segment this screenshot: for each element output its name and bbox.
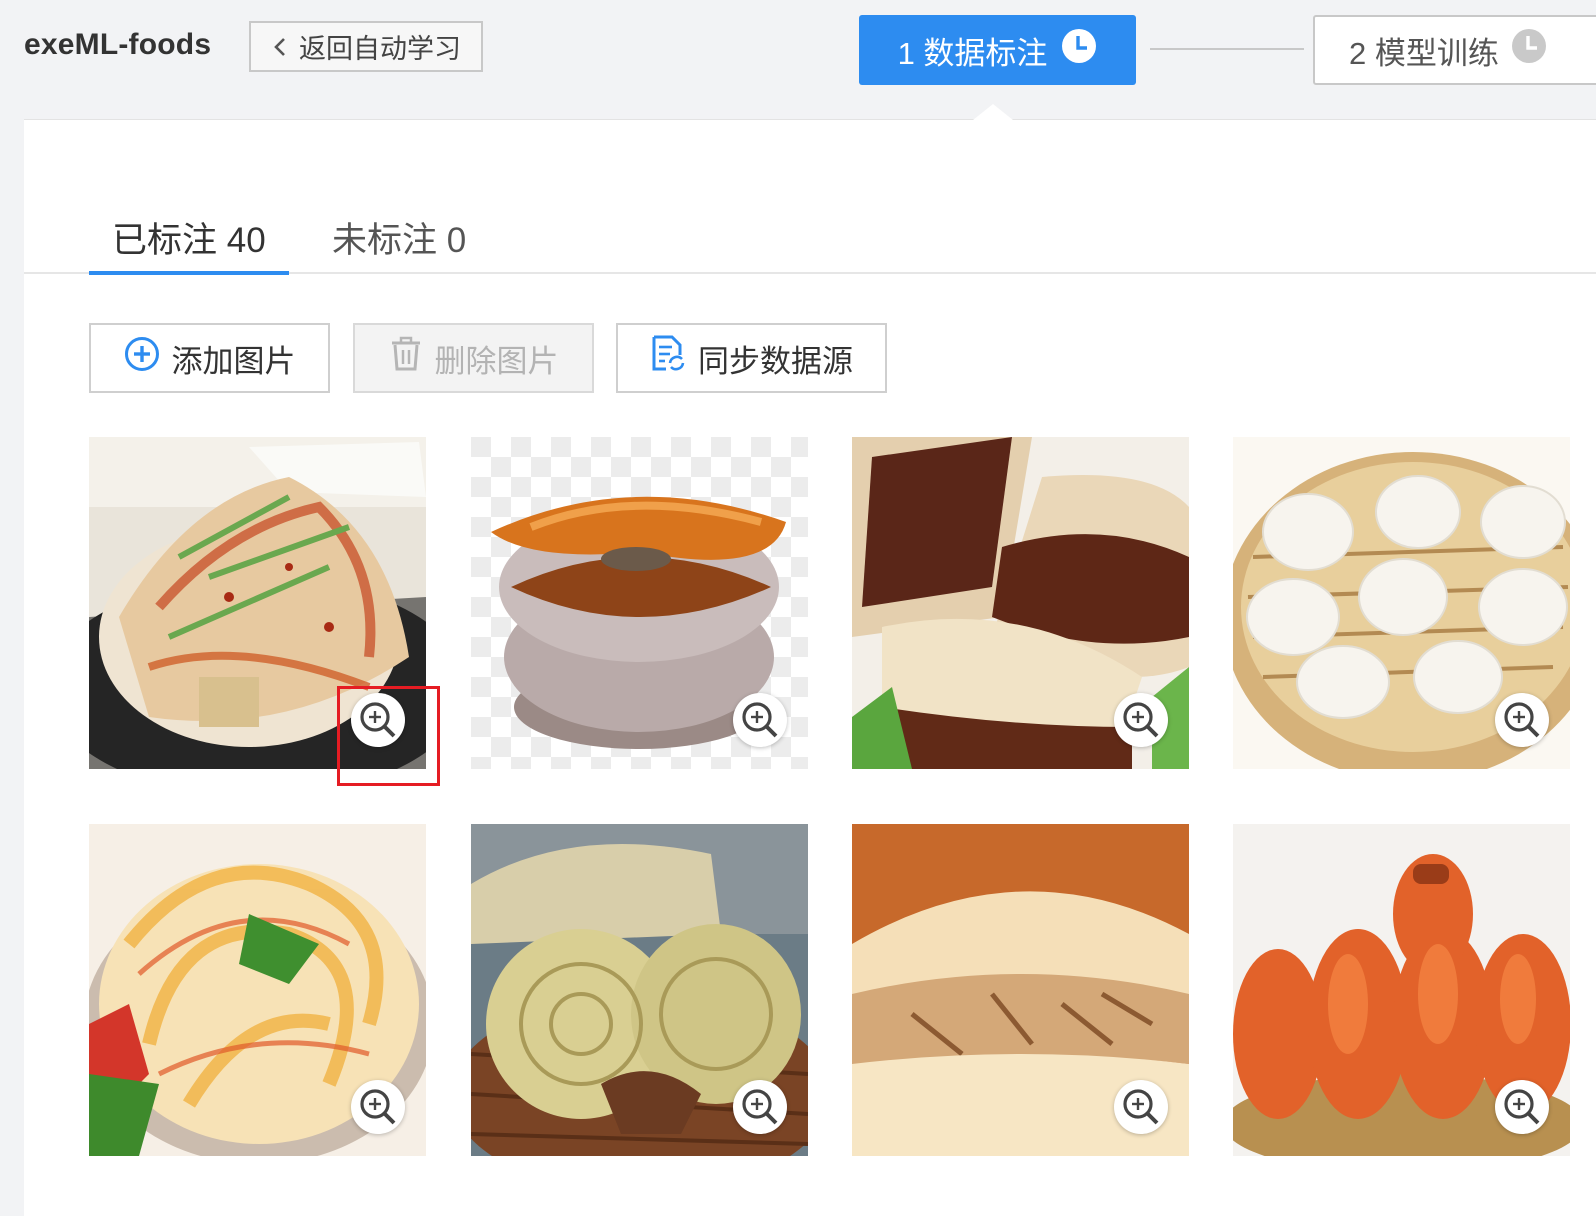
tab-labeled[interactable]: 已标注 40 [89,212,289,275]
zoom-in-icon[interactable] [1495,693,1549,747]
tab-unlabeled[interactable]: 未标注 0 [332,212,466,272]
clock-icon [1511,28,1547,72]
step-pointer [973,104,1013,120]
image-card-roujiamo[interactable] [852,437,1189,769]
step-data-labeling[interactable]: 1 数据标注 [859,15,1136,85]
zoom-in-icon[interactable] [1114,693,1168,747]
step-label: 1 数据标注 [897,35,1048,71]
back-label: 返回自动学习 [299,34,461,64]
clock-icon [1061,28,1097,72]
plus-circle-icon [124,336,160,380]
zoom-in-icon[interactable] [1495,1080,1549,1134]
label-tabs: 已标注 40 未标注 0 [24,208,1596,275]
image-card-flatbread-basket[interactable] [471,824,808,1156]
app-title: exeML-foods [24,28,212,61]
delete-image-button[interactable]: 删除图片 [353,323,594,393]
sync-datasource-button[interactable]: 同步数据源 [616,323,887,393]
tab-active-underline [89,271,289,275]
image-card-biangbiang-noodles[interactable] [89,824,426,1156]
add-image-button[interactable]: 添加图片 [89,323,330,393]
sync-datasource-label: 同步数据源 [698,343,853,379]
trash-icon [389,336,423,380]
image-card-noodles-spicy[interactable] [89,437,426,769]
image-card-roujiamo-closeup[interactable] [852,824,1189,1156]
zoom-in-icon[interactable] [733,1080,787,1134]
back-to-automl-button[interactable]: 返回自动学习 [249,21,483,72]
tab-label: 未标注 0 [332,221,467,260]
zoom-in-icon[interactable] [351,693,405,747]
zoom-in-icon[interactable] [1114,1080,1168,1134]
step-label: 2 模型训练 [1349,35,1499,71]
zoom-in-icon[interactable] [351,1080,405,1134]
zoom-in-icon[interactable] [733,693,787,747]
add-image-label: 添加图片 [171,343,296,379]
sync-document-icon [650,335,686,381]
step-model-training[interactable]: 2 模型训练 [1313,15,1596,85]
chevron-left-icon [273,36,287,58]
image-card-persimmon-cake[interactable] [471,437,808,769]
step-connector [1150,48,1304,50]
image-card-steamed-buns[interactable] [1233,437,1570,769]
image-card-dried-persimmons[interactable] [1233,824,1570,1156]
delete-image-label: 删除图片 [434,343,559,379]
tab-label: 已标注 40 [112,221,266,260]
